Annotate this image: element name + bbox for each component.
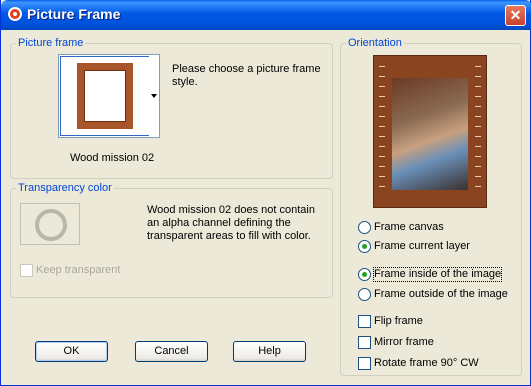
- transparency-message: Wood mission 02 does not contain an alph…: [147, 204, 315, 242]
- chevron-down-icon[interactable]: [149, 56, 158, 136]
- mirror-frame-label[interactable]: Mirror frame: [374, 336, 434, 349]
- app-icon: [8, 7, 22, 21]
- frame-thumbnail-selected[interactable]: [60, 56, 150, 136]
- frame-canvas-radio[interactable]: [358, 221, 371, 234]
- title-bar[interactable]: Picture Frame ✕: [1, 0, 531, 30]
- frame-outside-label[interactable]: Frame outside of the image: [374, 288, 508, 301]
- no-symbol-icon: [35, 209, 67, 241]
- cancel-button[interactable]: Cancel: [135, 341, 208, 362]
- frame-current-layer-radio[interactable]: [358, 240, 371, 253]
- transparency-legend: Transparency color: [18, 182, 112, 194]
- dialog-window: Picture Frame ✕ Picture frame Please cho…: [0, 0, 531, 386]
- keep-transparent-checkbox[interactable]: [20, 264, 33, 277]
- rotate-frame-checkbox[interactable]: [358, 357, 371, 370]
- frame-inside-radio[interactable]: [358, 268, 371, 281]
- frame-canvas-label[interactable]: Frame canvas: [374, 221, 444, 234]
- flip-frame-checkbox[interactable]: [358, 315, 371, 328]
- frame-current-layer-label[interactable]: Frame current layer: [374, 240, 470, 253]
- ok-button[interactable]: OK: [35, 341, 108, 362]
- frame-name: Wood mission 02: [70, 152, 155, 164]
- picture-frame-legend: Picture frame: [18, 37, 84, 49]
- frame-style-picker[interactable]: [58, 54, 160, 138]
- frame-outside-radio[interactable]: [358, 288, 371, 301]
- help-button[interactable]: Help: [233, 341, 306, 362]
- close-button[interactable]: ✕: [505, 5, 526, 26]
- frame-inside-label[interactable]: Frame inside of the image: [372, 267, 503, 282]
- flip-frame-label[interactable]: Flip frame: [374, 315, 423, 328]
- orientation-legend: Orientation: [348, 37, 402, 49]
- rotate-frame-label[interactable]: Rotate frame 90° CW: [374, 357, 479, 370]
- orientation-preview-image: [373, 55, 487, 208]
- frame-prompt: Please choose a picture frame style.: [172, 63, 321, 88]
- wood-frame-thumbnail: [77, 63, 133, 129]
- mirror-frame-checkbox[interactable]: [358, 336, 371, 349]
- keep-transparent-label: Keep transparent: [36, 264, 121, 276]
- color-swatch-disabled: [20, 203, 80, 245]
- close-icon: ✕: [509, 7, 522, 23]
- window-title: Picture Frame: [27, 6, 121, 22]
